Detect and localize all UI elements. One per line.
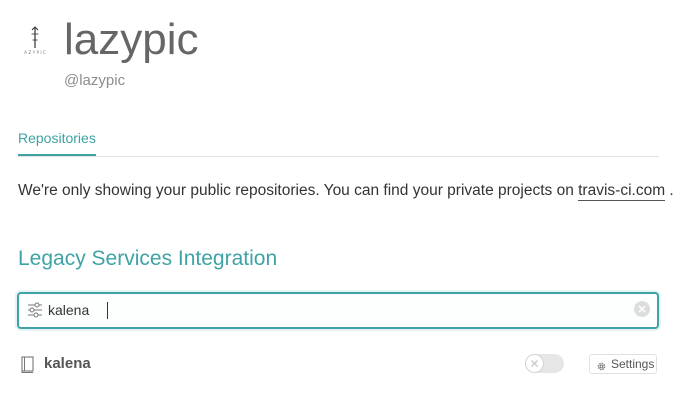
profile-logo: A Z Y P I C (19, 22, 51, 58)
travis-ci-link[interactable]: travis-ci.com (578, 182, 666, 201)
svg-text:A Z Y P I C: A Z Y P I C (24, 50, 46, 55)
repository-filter-input[interactable] (48, 299, 618, 321)
profile-name: lazypic (64, 15, 199, 64)
repository-name[interactable]: kalena (44, 355, 91, 372)
settings-label: Settings (611, 357, 655, 371)
clear-icon[interactable] (633, 300, 651, 318)
repository-row: kalena Settings (18, 352, 659, 378)
toggle-knob (526, 355, 543, 372)
section-title: Legacy Services Integration (18, 247, 278, 270)
repository-activation-toggle[interactable] (525, 354, 564, 373)
public-repos-notice: We're only showing your public repositor… (18, 182, 674, 201)
tab-bar: Repositories (18, 130, 659, 157)
toggle-off-x-icon (531, 360, 538, 367)
text-caret (107, 302, 108, 319)
repository-settings-button[interactable]: Settings (589, 354, 657, 374)
tab-repositories[interactable]: Repositories (18, 130, 96, 156)
filter-sliders-icon (27, 302, 43, 318)
notice-suffix: . (669, 182, 674, 199)
repo-book-icon (20, 356, 35, 373)
profile-handle: @lazypic (64, 72, 126, 89)
repository-filter[interactable] (17, 292, 659, 329)
notice-text: We're only showing your public repositor… (18, 182, 579, 199)
gear-icon (596, 359, 607, 371)
